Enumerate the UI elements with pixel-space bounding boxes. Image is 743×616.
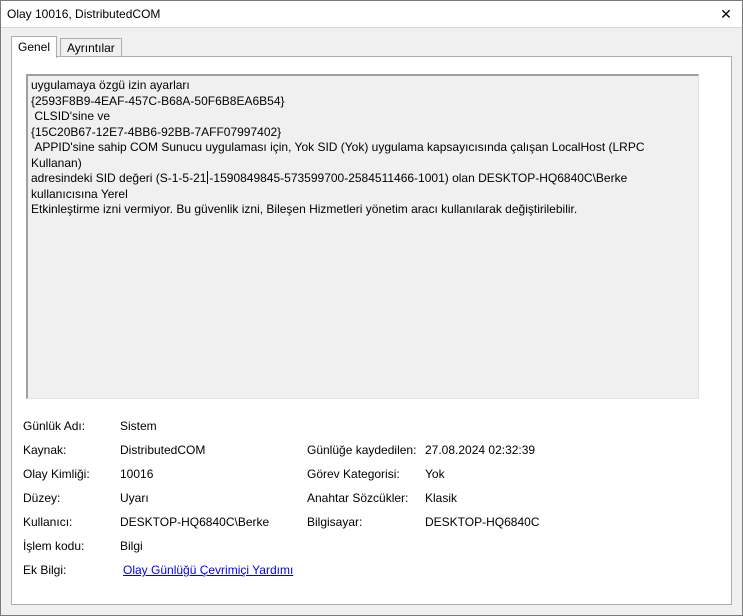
description-line: APPID'sine sahip COM Sunucu uygulaması i… [31,140,648,170]
general-tab-panel: uygulamaya özgü izin ayarları {2593F8B9-… [11,56,732,605]
opcode-label: İşlem kodu: [23,539,85,553]
log-name-value: Sistem [120,419,157,433]
event-properties-window: Olay 10016, DistributedCOM ✕ Genel Ayrın… [0,0,743,616]
computer-value: DESKTOP-HQ6840C [425,515,540,529]
log-name-label: Günlük Adı: [23,419,86,433]
tab-ayrintilar[interactable]: Ayrıntılar [60,38,122,57]
event-id-label: Olay Kimliği: [23,467,90,481]
logged-value: 27.08.2024 02:32:39 [425,443,536,457]
source-label: Kaynak: [23,443,67,457]
keywords-value: Klasik [425,491,458,505]
tab-genel[interactable]: Genel [11,36,58,58]
level-value: Uyarı [120,491,149,505]
opcode-value: Bilgi [120,539,143,553]
source-value: DistributedCOM [120,443,206,457]
title-bar[interactable]: Olay 10016, DistributedCOM ✕ [1,1,742,28]
level-label: Düzey: [23,491,61,505]
close-icon: ✕ [720,6,732,22]
more-info-label: Ek Bilgi: [23,563,67,577]
user-value: DESKTOP-HQ6840C\Berke [120,515,270,529]
description-line-sid: adresindeki SID değeri (S-1-5-21 -1590849… [31,171,695,202]
event-id-value: 10016 [120,467,154,481]
online-help-link[interactable]: Olay Günlüğü Çevrimiçi Yardımı [123,563,293,577]
logged-label: Günlüğe kaydedilen: [307,443,417,457]
user-label: Kullanıcı: [23,515,73,529]
task-category-label: Görev Kategorisi: [307,467,400,481]
sid-text-before-caret: adresindeki SID değeri (S-1-5-21 [31,171,207,185]
description-line: Etkinleştirme izni vermiyor. Bu güvenlik… [31,202,578,216]
keywords-label: Anahtar Sözcükler: [307,491,409,505]
description-line: {15C20B67-12E7-4BB6-92BB-7AFF07997402} [31,124,282,139]
description-line: CLSID'sine ve [31,109,110,123]
description-line: {2593F8B9-4EAF-457C-B68A-50F6B8EA6B54} [31,93,285,108]
description-line: uygulamaya özgü izin ayarları [31,78,190,92]
window-title: Olay 10016, DistributedCOM [7,7,161,21]
event-description-textbox[interactable]: uygulamaya özgü izin ayarları {2593F8B9-… [26,74,699,399]
computer-label: Bilgisayar: [307,515,363,529]
close-button[interactable]: ✕ [716,4,736,24]
task-category-value: Yok [425,467,445,481]
